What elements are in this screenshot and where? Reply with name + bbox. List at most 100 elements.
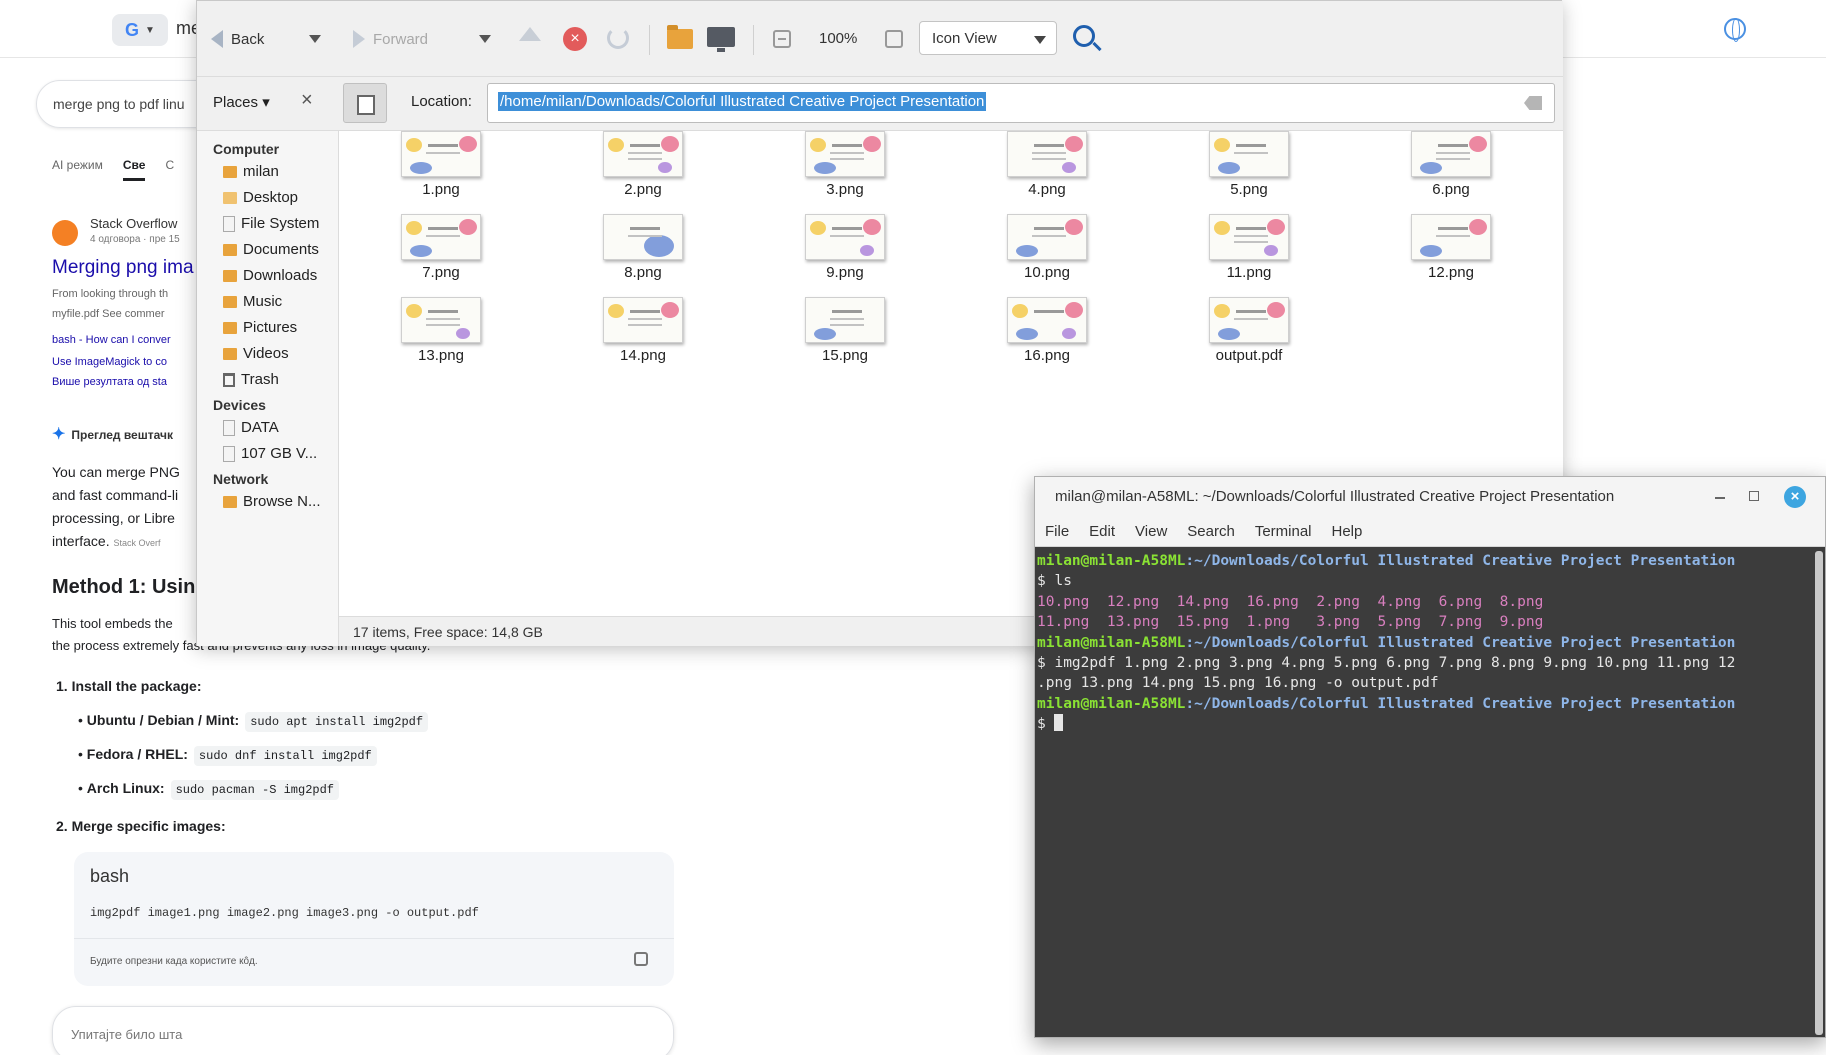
terminal-output[interactable]: milan@milan-A58ML:~/Downloads/Colorful I… xyxy=(1035,547,1825,1037)
minimize-icon[interactable] xyxy=(1715,497,1725,499)
clear-icon[interactable] xyxy=(1524,96,1542,110)
method-paragraph: This tool embeds the xyxy=(52,616,173,631)
sidebar-item-music[interactable]: Music xyxy=(223,293,282,310)
terminal-titlebar[interactable]: milan@milan-A58ML: ~/Downloads/Colorful … xyxy=(1035,477,1825,517)
tab-all[interactable]: Све xyxy=(122,158,146,181)
ask-input[interactable]: Упитајте било шта xyxy=(52,1006,674,1055)
location-bar: Places ▾ × Location: /home/milan/Downloa… xyxy=(197,77,1563,131)
file-item[interactable]: 4.png xyxy=(987,131,1107,198)
file-item[interactable]: 5.png xyxy=(1189,131,1309,198)
chevron-down-icon: ▼ xyxy=(145,24,155,36)
menu-help[interactable]: Help xyxy=(1332,523,1363,546)
sidebar-item-documents[interactable]: Documents xyxy=(223,241,319,258)
image-thumbnail xyxy=(805,214,885,260)
file-item[interactable]: output.pdf xyxy=(1189,297,1309,364)
globe-icon[interactable] xyxy=(1724,18,1746,42)
google-account-pill[interactable]: G ▼ xyxy=(112,14,168,46)
location-label: Location: xyxy=(411,93,472,110)
places-dropdown[interactable]: Places ▾ xyxy=(213,93,270,111)
file-name: 7.png xyxy=(422,264,460,281)
image-thumbnail xyxy=(1007,131,1087,177)
tab-more[interactable]: С xyxy=(165,158,174,181)
file-item[interactable]: 16.png xyxy=(987,297,1107,364)
menu-terminal[interactable]: Terminal xyxy=(1255,523,1312,546)
file-item[interactable]: 13.png xyxy=(381,297,501,364)
up-arrow-icon[interactable] xyxy=(519,27,541,41)
file-item[interactable]: 7.png xyxy=(381,214,501,281)
file-item[interactable]: 15.png xyxy=(785,297,905,364)
search-tabs: AI режим Све С xyxy=(52,158,174,181)
file-item[interactable]: 2.png xyxy=(583,131,703,198)
bullet-label: Ubuntu / Debian / Mint: xyxy=(86,712,240,728)
forward-button[interactable]: Forward xyxy=(353,25,428,53)
close-sidebar-icon[interactable]: × xyxy=(301,89,313,112)
file-item[interactable]: 14.png xyxy=(583,297,703,364)
search-icon[interactable] xyxy=(1073,25,1095,47)
back-history-dropdown[interactable] xyxy=(309,35,321,43)
sidebar-item-label: milan xyxy=(243,163,279,180)
file-item[interactable]: 12.png xyxy=(1391,214,1511,281)
reload-icon[interactable] xyxy=(607,27,629,49)
file-item[interactable]: 11.png xyxy=(1189,214,1309,281)
code-block: bash img2pdf image1.png image2.png image… xyxy=(74,852,674,986)
computer-icon[interactable] xyxy=(707,27,735,52)
result-sublink[interactable]: Више резултата од sta xyxy=(52,376,167,388)
prompt-path: :~/Downloads/Colorful Illustrated Creati… xyxy=(1185,553,1736,569)
file-name: 2.png xyxy=(624,181,662,198)
terminal-scrollbar[interactable] xyxy=(1815,551,1823,1035)
copy-icon[interactable] xyxy=(634,952,648,966)
file-name: 12.png xyxy=(1428,264,1474,281)
sidebar-item-desktop[interactable]: Desktop xyxy=(223,189,298,206)
stackoverflow-icon xyxy=(52,220,78,246)
sidebar-item-volume[interactable]: 107 GB V... xyxy=(223,445,317,462)
result-sublink[interactable]: bash - How can I conver xyxy=(52,334,171,346)
prompt-path: :~/Downloads/Colorful Illustrated Creati… xyxy=(1185,695,1736,712)
file-name: 8.png xyxy=(624,264,662,281)
sidebar-item-videos[interactable]: Videos xyxy=(223,345,289,362)
sidebar-item-downloads[interactable]: Downloads xyxy=(223,267,317,284)
file-item[interactable]: 3.png xyxy=(785,131,905,198)
result-title-link[interactable]: Merging png ima xyxy=(52,257,194,279)
sidebar-item-file-system[interactable]: File System xyxy=(223,215,319,232)
ls-output-line: 11.png 13.png 15.png 1.png 3.png 5.png 7… xyxy=(1037,614,1544,631)
stop-icon[interactable]: × xyxy=(563,27,587,51)
result-snippet: From looking through th xyxy=(52,288,169,300)
file-item[interactable]: 6.png xyxy=(1391,131,1511,198)
image-thumbnail xyxy=(401,214,481,260)
pdf-thumbnail xyxy=(1209,297,1289,343)
close-icon[interactable]: × xyxy=(1784,486,1806,508)
sidebar-item-browse-network[interactable]: Browse N... xyxy=(223,493,321,510)
sidebar-item-pictures[interactable]: Pictures xyxy=(223,319,297,336)
file-item[interactable]: 8.png xyxy=(583,214,703,281)
maximize-icon[interactable] xyxy=(1749,491,1759,501)
home-folder-icon[interactable] xyxy=(667,25,693,49)
prompt-line: milan@milan-A58ML:~/Downloads/Colorful I… xyxy=(1037,551,1825,571)
network-folder-icon xyxy=(223,495,237,508)
places-sidebar: Computer milan Desktop File System Docum… xyxy=(197,131,339,646)
tab-ai-mode[interactable]: AI режим xyxy=(52,158,103,181)
view-mode-select[interactable]: Icon View xyxy=(919,21,1057,55)
location-input[interactable]: /home/milan/Downloads/Colorful Illustrat… xyxy=(487,83,1555,123)
zoom-level[interactable]: 100% xyxy=(819,30,857,47)
bullet-label: Arch Linux: xyxy=(86,780,165,796)
sidebar-item-data[interactable]: DATA xyxy=(223,419,279,436)
file-item[interactable]: 10.png xyxy=(987,214,1107,281)
prompt-line: milan@milan-A58ML:~/Downloads/Colorful I… xyxy=(1037,694,1825,714)
toggle-location-entry-button[interactable] xyxy=(343,83,387,123)
bullet-item: • Ubuntu / Debian / Mint: sudo apt instal… xyxy=(78,712,429,732)
sidebar-item-trash[interactable]: Trash xyxy=(223,371,279,388)
file-item[interactable]: 1.png xyxy=(381,131,501,198)
menu-search[interactable]: Search xyxy=(1187,523,1235,546)
forward-history-dropdown[interactable] xyxy=(479,35,491,43)
zoom-in-icon[interactable] xyxy=(885,30,903,48)
file-item[interactable]: 9.png xyxy=(785,214,905,281)
menu-edit[interactable]: Edit xyxy=(1089,523,1115,546)
source-chip[interactable]: Stack Overf xyxy=(113,538,160,548)
back-button[interactable]: Back xyxy=(211,25,264,53)
menu-view[interactable]: View xyxy=(1135,523,1167,546)
zoom-out-icon[interactable] xyxy=(773,30,791,48)
sidebar-item-milan[interactable]: milan xyxy=(223,163,279,180)
menu-file[interactable]: File xyxy=(1045,523,1069,546)
folder-icon xyxy=(223,321,237,334)
result-sublink[interactable]: Use ImageMagick to co xyxy=(52,356,167,368)
